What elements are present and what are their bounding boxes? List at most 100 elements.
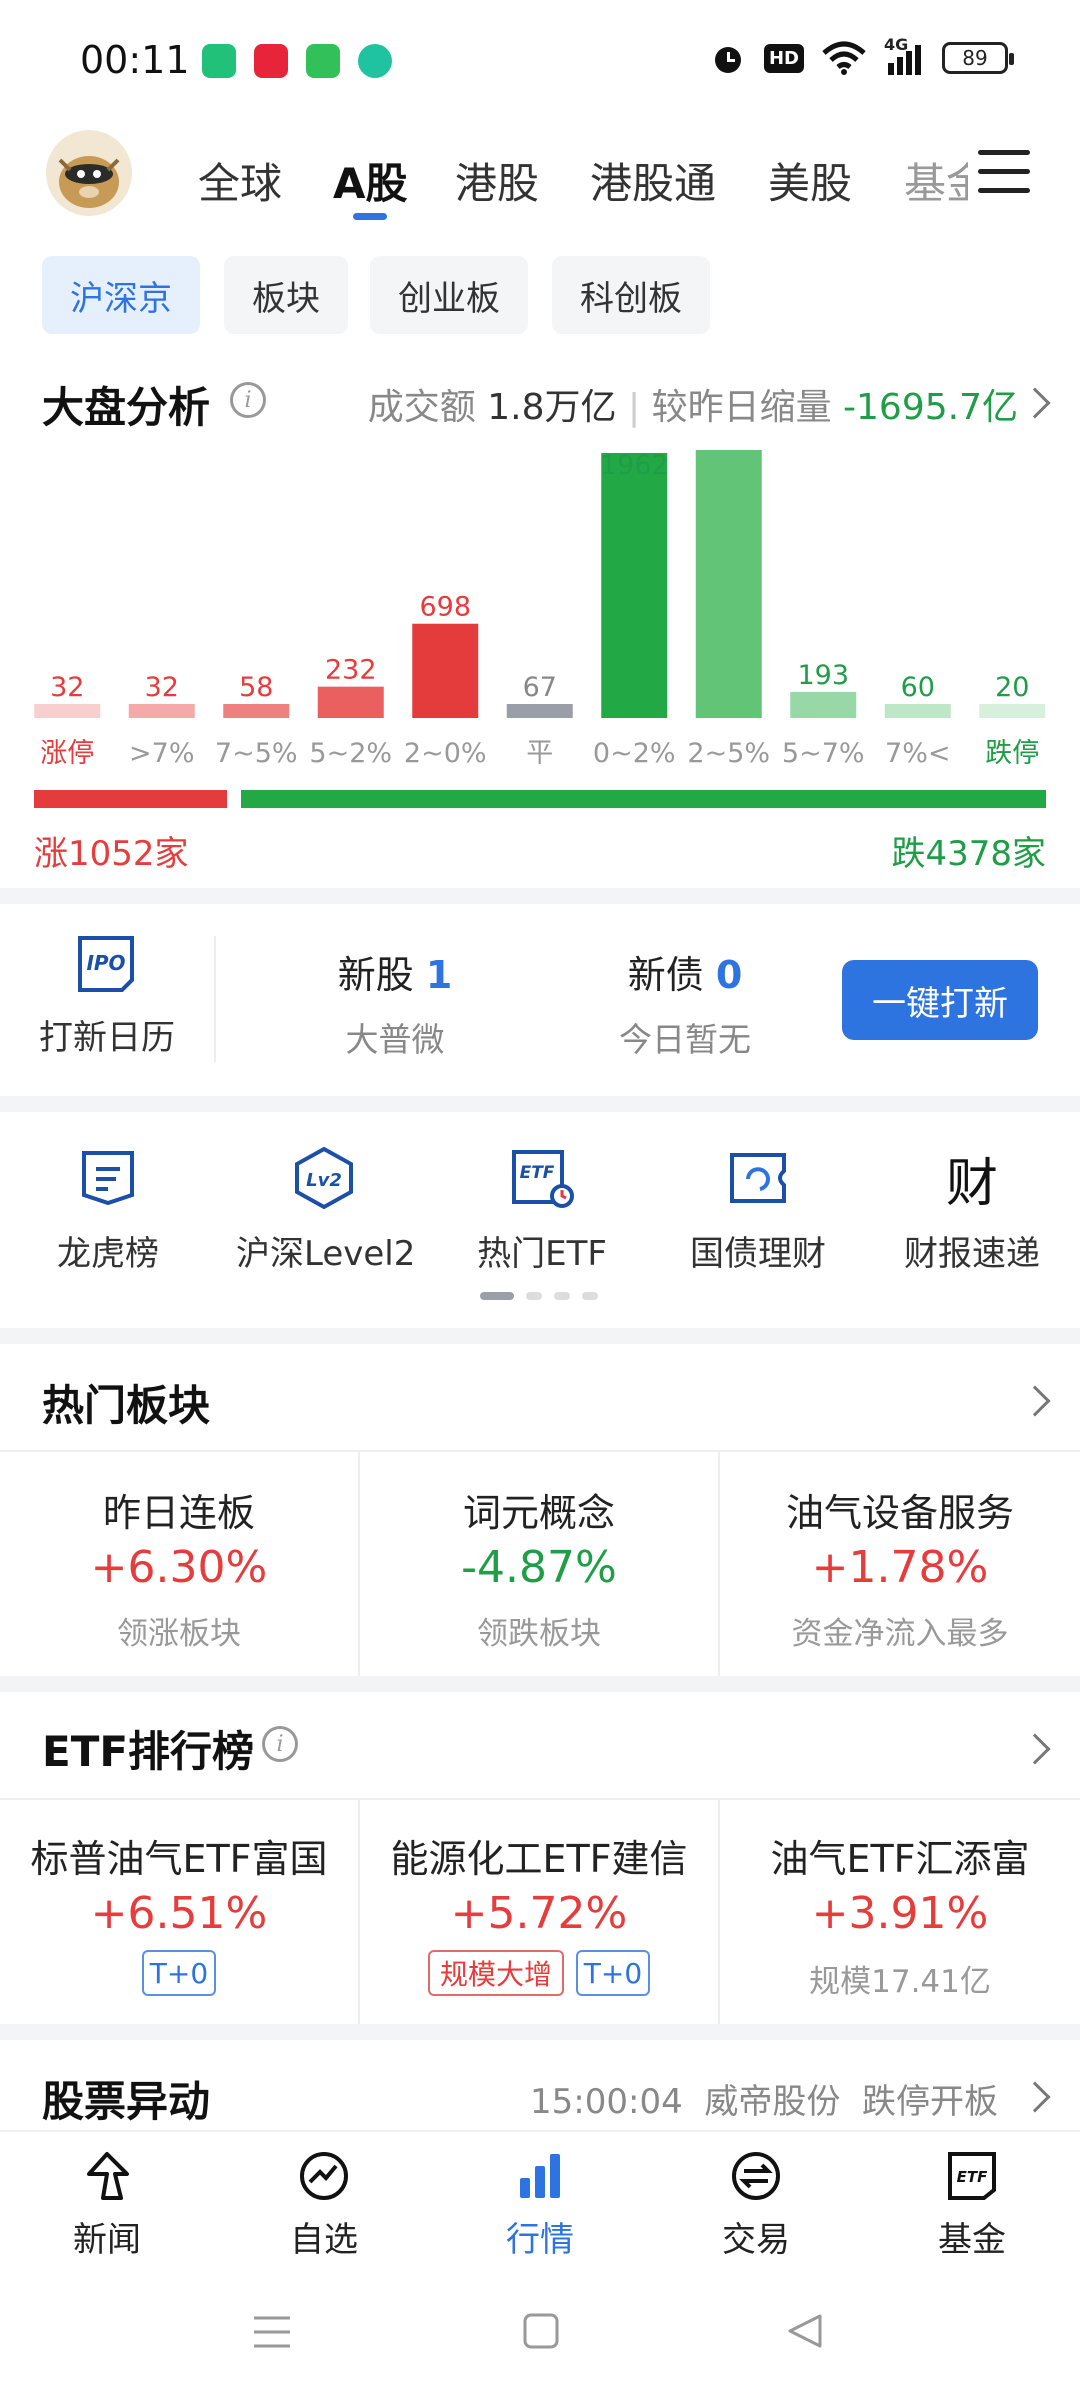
- avatar[interactable]: [46, 130, 132, 216]
- sector-change: +6.30%: [90, 1542, 268, 1593]
- trade-icon: [732, 2152, 780, 2200]
- rise-count: 涨1052家: [34, 834, 189, 874]
- nav-watchlist[interactable]: 自选: [264, 2150, 384, 2261]
- sector-name: 油气设备服务: [785, 1491, 1014, 1535]
- info-icon[interactable]: i: [230, 382, 266, 418]
- signal-icon: 4G: [884, 35, 924, 75]
- sector-name: 昨日连板: [102, 1491, 255, 1535]
- chevron-right-icon: [1019, 1733, 1051, 1765]
- bar-6: [601, 453, 668, 718]
- home-icon[interactable]: [522, 2312, 560, 2350]
- new-bond-label: 新债: [627, 953, 704, 997]
- page-indicator: [554, 1292, 570, 1300]
- tab-hk-stocks[interactable]: 港股: [455, 150, 539, 211]
- new-stock-info[interactable]: 新股 1 大普微: [300, 944, 490, 1064]
- menu-button[interactable]: [978, 150, 1030, 194]
- subtab-shsz-bj[interactable]: 沪深京: [42, 256, 200, 334]
- etf-name: 能源化工ETF建信: [390, 1837, 688, 1881]
- sector-card[interactable]: 油气设备服务 +1.78% 资金净流入最多: [720, 1452, 1080, 1676]
- new-bond-info[interactable]: 新债 0 今日暂无: [590, 944, 780, 1064]
- etf-scale: 规模17.41亿: [809, 1964, 991, 2000]
- bar-category-label: 跌停: [985, 738, 1039, 769]
- page-indicator: [582, 1292, 598, 1300]
- new-stock-label: 新股: [337, 953, 414, 997]
- market-icon: [520, 2154, 560, 2198]
- shortcut-treasury[interactable]: 国债理财: [680, 1146, 836, 1276]
- battery-level: 89: [962, 46, 988, 70]
- scale-increase-badge: 规模大增: [428, 1950, 564, 1996]
- tab-hk-connect[interactable]: 港股通: [590, 150, 716, 211]
- subtab-chinext[interactable]: 创业板: [370, 256, 528, 334]
- ipo-calendar[interactable]: IPO 打新日历: [30, 930, 190, 1060]
- new-bond-note: 今日暂无: [619, 1020, 751, 1059]
- compare-label: 较昨日缩量: [651, 387, 832, 428]
- tab-a-shares[interactable]: A股: [333, 150, 408, 211]
- page-indicator-active: [480, 1292, 514, 1300]
- sector-card[interactable]: 词元概念 -4.87% 领跌板块: [360, 1452, 718, 1676]
- t0-badge: T+0: [576, 1950, 650, 1996]
- turnover-value: 1.8万亿: [487, 387, 617, 428]
- watchlist-icon: [300, 2152, 348, 2200]
- nav-news[interactable]: 新闻: [47, 2150, 167, 2261]
- info-icon[interactable]: i: [262, 1726, 298, 1762]
- etf-ranking-header[interactable]: ETF排行榜 i: [0, 1692, 1080, 1798]
- nav-trade[interactable]: 交易: [696, 2150, 816, 2261]
- sector-note: 资金净流入最多: [791, 1616, 1009, 1652]
- one-click-subscribe-button[interactable]: 一键打新: [842, 960, 1038, 1040]
- hot-sectors-title: 热门板块: [42, 1381, 211, 1430]
- status-time: 00:11: [80, 38, 190, 82]
- bar-category-label: 2~0%: [404, 738, 487, 769]
- bar-category-label: >7%: [129, 738, 194, 769]
- nav-market[interactable]: 行情: [480, 2150, 600, 2261]
- etf-change: +6.51%: [90, 1888, 268, 1939]
- stock-alert-ticker: 15:00:04 威帝股份 跌停开板: [530, 2074, 998, 2123]
- alert-time: 15:00:04: [530, 2082, 683, 2122]
- new-stock-count: 1: [425, 953, 453, 997]
- bar-value-label: 60: [901, 672, 935, 703]
- fund-icon: ETF: [948, 2152, 996, 2200]
- recent-apps-icon[interactable]: [252, 2314, 292, 2350]
- sector-card[interactable]: 昨日连板 +6.30% 领涨板块: [0, 1452, 358, 1676]
- bar-value-label: 1962: [600, 450, 669, 481]
- etf-icon: ETF: [510, 1148, 574, 1210]
- etf-ranking-title: ETF排行榜: [42, 1727, 255, 1776]
- bar-value-label: 32: [145, 672, 179, 703]
- bar-category-label: 平: [526, 738, 553, 769]
- tab-global[interactable]: 全球: [198, 150, 282, 211]
- bar-8: [790, 691, 857, 718]
- etf-card[interactable]: 能源化工ETF建信 +5.72% 规模大增 T+0: [360, 1800, 718, 2024]
- subtab-sectors[interactable]: 板块: [224, 256, 348, 334]
- tab-funds[interactable]: 基金: [904, 150, 968, 210]
- nav-funds[interactable]: ETF 基金: [912, 2150, 1032, 2261]
- shortcut-earnings[interactable]: 财 财报速递: [894, 1146, 1050, 1276]
- shortcut-hot-etf[interactable]: ETF 热门ETF: [464, 1146, 620, 1276]
- lv2-icon: Lv2: [292, 1146, 356, 1210]
- alarm-icon: [714, 47, 741, 73]
- sector-note: 领涨板块: [117, 1616, 241, 1652]
- new-stock-name: 大普微: [345, 1020, 445, 1059]
- lv2-icon-text: Lv2: [306, 1170, 342, 1191]
- nav-label: 新闻: [73, 2220, 141, 2260]
- bar-3: [317, 686, 384, 718]
- tab-us-stocks[interactable]: 美股: [768, 150, 852, 211]
- shortcut-dragon-tiger[interactable]: 龙虎榜: [30, 1146, 186, 1276]
- bond-icon: [726, 1148, 790, 1208]
- back-icon[interactable]: [786, 2312, 824, 2350]
- shortcut-level2[interactable]: Lv2 沪深Level2: [236, 1146, 415, 1276]
- t0-badge: T+0: [142, 1950, 216, 1996]
- bar-value-label: 32: [50, 672, 84, 703]
- etf-card[interactable]: 标普油气ETF富国 +6.51% T+0: [0, 1800, 358, 2024]
- turnover-label: 成交额: [367, 387, 476, 428]
- bar-value-label: 698: [419, 592, 471, 623]
- subtab-star-market[interactable]: 科创板: [552, 256, 710, 334]
- report-icon: 财: [945, 1153, 998, 1214]
- status-bar: 00:11 HD 4G 89: [0, 0, 1080, 120]
- etf-icon-text: ETF: [520, 1163, 555, 1183]
- compare-value: -1695.7亿: [843, 387, 1018, 428]
- hot-sectors-header[interactable]: 热门板块: [0, 1344, 1080, 1450]
- turnover-summary[interactable]: 成交额 1.8万亿 | 较昨日缩量 -1695.7亿: [368, 378, 1018, 430]
- section-divider: [0, 1096, 1080, 1112]
- bar-category-label: 7~5%: [215, 738, 298, 769]
- etf-card[interactable]: 油气ETF汇添富 +3.91% 规模17.41亿: [720, 1800, 1080, 2024]
- stock-alerts-header[interactable]: 股票异动 15:00:04 威帝股份 跌停开板: [0, 2040, 1080, 2130]
